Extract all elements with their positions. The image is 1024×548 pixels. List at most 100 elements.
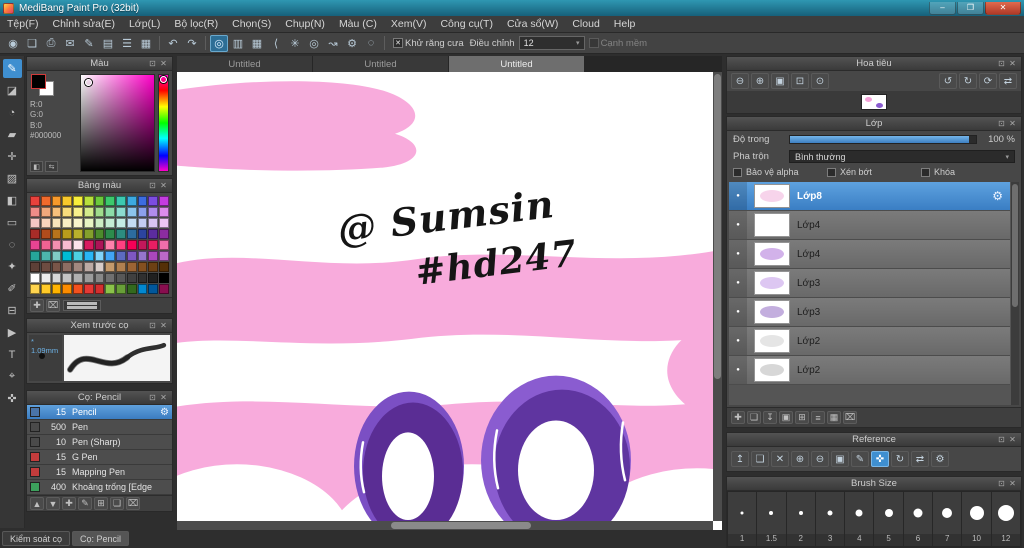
color-swatch[interactable] [62, 273, 73, 283]
color-swatch[interactable] [116, 251, 126, 261]
layer-row[interactable]: ● Lớp2 [729, 327, 1010, 356]
color-swatch[interactable] [116, 229, 126, 239]
blend-select[interactable]: Bình thường ▾ [789, 150, 1015, 163]
maximize-button[interactable]: ❐ [957, 1, 984, 15]
duplicate-brush-icon[interactable]: ⊞ [94, 497, 108, 510]
float-panel-icon[interactable]: ⊡ [996, 479, 1007, 488]
brush-folder-icon[interactable]: ❏ [110, 497, 124, 510]
rotate-ccw-icon[interactable]: ↺ [939, 73, 957, 89]
layer-row[interactable]: ● Lớp3 [729, 298, 1010, 327]
color-swatch[interactable] [94, 218, 105, 228]
correction-select[interactable]: 12 ▾ [518, 36, 585, 50]
color-swatch[interactable] [116, 262, 126, 272]
float-panel-icon[interactable]: ⊡ [996, 119, 1007, 128]
snap-guide-icon[interactable]: ◌ [362, 35, 380, 52]
open-folder-icon[interactable]: ❏ [751, 451, 769, 467]
color-swatch[interactable] [73, 251, 83, 261]
color-swatch[interactable] [94, 273, 105, 283]
color-swatch[interactable] [148, 196, 159, 206]
close-panel-icon[interactable]: ✕ [158, 393, 169, 402]
color-swatch[interactable] [30, 262, 40, 272]
zoom-out-icon[interactable]: ⊖ [811, 451, 829, 467]
minimize-button[interactable]: – [929, 1, 956, 15]
hue-slider[interactable] [158, 74, 169, 172]
clear-icon[interactable]: ✕ [771, 451, 789, 467]
color-swatch[interactable] [62, 207, 73, 217]
brush-tool-icon[interactable]: ✎ [2, 59, 22, 78]
alpha-protect-checkbox[interactable] [733, 167, 742, 177]
snap-off-icon[interactable]: ◎ [210, 34, 228, 52]
grid-view-icon[interactable]: ▦ [137, 35, 155, 52]
color-swatch[interactable] [40, 218, 51, 228]
layer-list-scrollbar-thumb[interactable] [1012, 184, 1018, 307]
color-swatch[interactable] [116, 196, 126, 206]
move-up-icon[interactable]: ▲ [30, 497, 44, 510]
color-swatch[interactable] [148, 273, 159, 283]
color-swatch[interactable] [62, 284, 73, 294]
float-panel-icon[interactable]: ⊡ [996, 59, 1007, 68]
lock-option[interactable]: Khóa [921, 167, 1015, 177]
color-swatch[interactable] [51, 273, 62, 283]
save-icon[interactable]: ⎙ [42, 35, 60, 52]
color-swatch[interactable] [148, 240, 159, 250]
color-swatch[interactable] [137, 240, 148, 250]
color-swatch[interactable] [51, 218, 62, 228]
color-swatch[interactable] [94, 284, 105, 294]
layer-row[interactable]: ● Lớp2 [729, 356, 1010, 385]
snap-parallel-icon[interactable]: ▥ [229, 35, 247, 52]
antialias-checkbox[interactable]: ✕ [393, 38, 403, 48]
soft-edge-checkbox[interactable] [588, 38, 599, 48]
color-swatch[interactable] [159, 240, 169, 250]
rotate-cw-icon[interactable]: ↻ [959, 73, 977, 89]
layer-visibility-icon[interactable]: ● [729, 182, 747, 210]
color-swatch[interactable] [116, 240, 126, 250]
menu-item-1[interactable]: Chỉnh sửa(E) [46, 16, 122, 32]
color-swatch[interactable] [40, 229, 51, 239]
color-swatch[interactable] [30, 240, 40, 250]
line-width-selector[interactable] [63, 300, 101, 311]
delete-brush-icon[interactable]: ⌧ [126, 497, 140, 510]
float-panel-icon[interactable]: ⊡ [147, 321, 158, 330]
close-button[interactable]: ✕ [985, 1, 1021, 15]
color-swatch[interactable] [73, 218, 83, 228]
color-swatch[interactable] [73, 196, 83, 206]
color-swatch[interactable] [116, 284, 126, 294]
color-swatch[interactable] [40, 240, 51, 250]
color-swatch[interactable] [94, 207, 105, 217]
brush-settings-icon[interactable]: ⚙ [160, 407, 169, 418]
alpha-protect-option[interactable]: Bảo vệ alpha [733, 167, 827, 177]
color-swatch[interactable] [94, 251, 105, 261]
color-swatch[interactable] [137, 262, 148, 272]
brush-size-cell[interactable]: 7 [933, 492, 962, 546]
transfer-layer-icon[interactable]: ↧ [763, 411, 777, 424]
reset-rotation-icon[interactable]: ⟳ [979, 73, 997, 89]
color-swatch[interactable] [148, 229, 159, 239]
fill-tool-icon[interactable]: ▰ [3, 125, 22, 144]
menu-item-0[interactable]: Tệp(F) [0, 16, 46, 32]
color-swatch[interactable] [159, 262, 169, 272]
color-swatch[interactable] [83, 240, 94, 250]
color-swatch[interactable] [83, 251, 94, 261]
color-swatch[interactable] [116, 218, 126, 228]
color-swatch[interactable] [73, 273, 83, 283]
close-panel-icon[interactable]: ✕ [1007, 479, 1018, 488]
redo-icon[interactable]: ↷ [183, 35, 201, 52]
horizontal-scrollbar-thumb[interactable] [391, 522, 531, 529]
color-swatch[interactable] [137, 229, 148, 239]
lasso-tool-icon[interactable]: ◌ [3, 235, 22, 254]
color-swatch[interactable] [105, 229, 116, 239]
close-panel-icon[interactable]: ✕ [158, 59, 169, 68]
brush-control-tab[interactable]: Kiểm soát cọ [2, 531, 71, 546]
vertical-scrollbar[interactable] [713, 72, 722, 521]
brush-size-cell[interactable]: 3 [815, 492, 845, 546]
flip-icon[interactable]: ⇄ [911, 451, 929, 467]
layer-row[interactable]: ● Lớp8 ⚙ [729, 182, 1010, 211]
color-swatch[interactable] [51, 284, 62, 294]
menu-item-9[interactable]: Cửa sổ(W) [500, 16, 565, 32]
brush-item[interactable]: 15 Mapping Pen [27, 465, 172, 480]
picker-marker[interactable] [85, 79, 92, 86]
color-swatch[interactable] [83, 229, 94, 239]
brush-item[interactable]: 15 Pencil ⚙ [27, 405, 172, 420]
move-tool-icon[interactable]: ✛ [3, 147, 22, 166]
copy-layer-icon[interactable]: ⊞ [795, 411, 809, 424]
